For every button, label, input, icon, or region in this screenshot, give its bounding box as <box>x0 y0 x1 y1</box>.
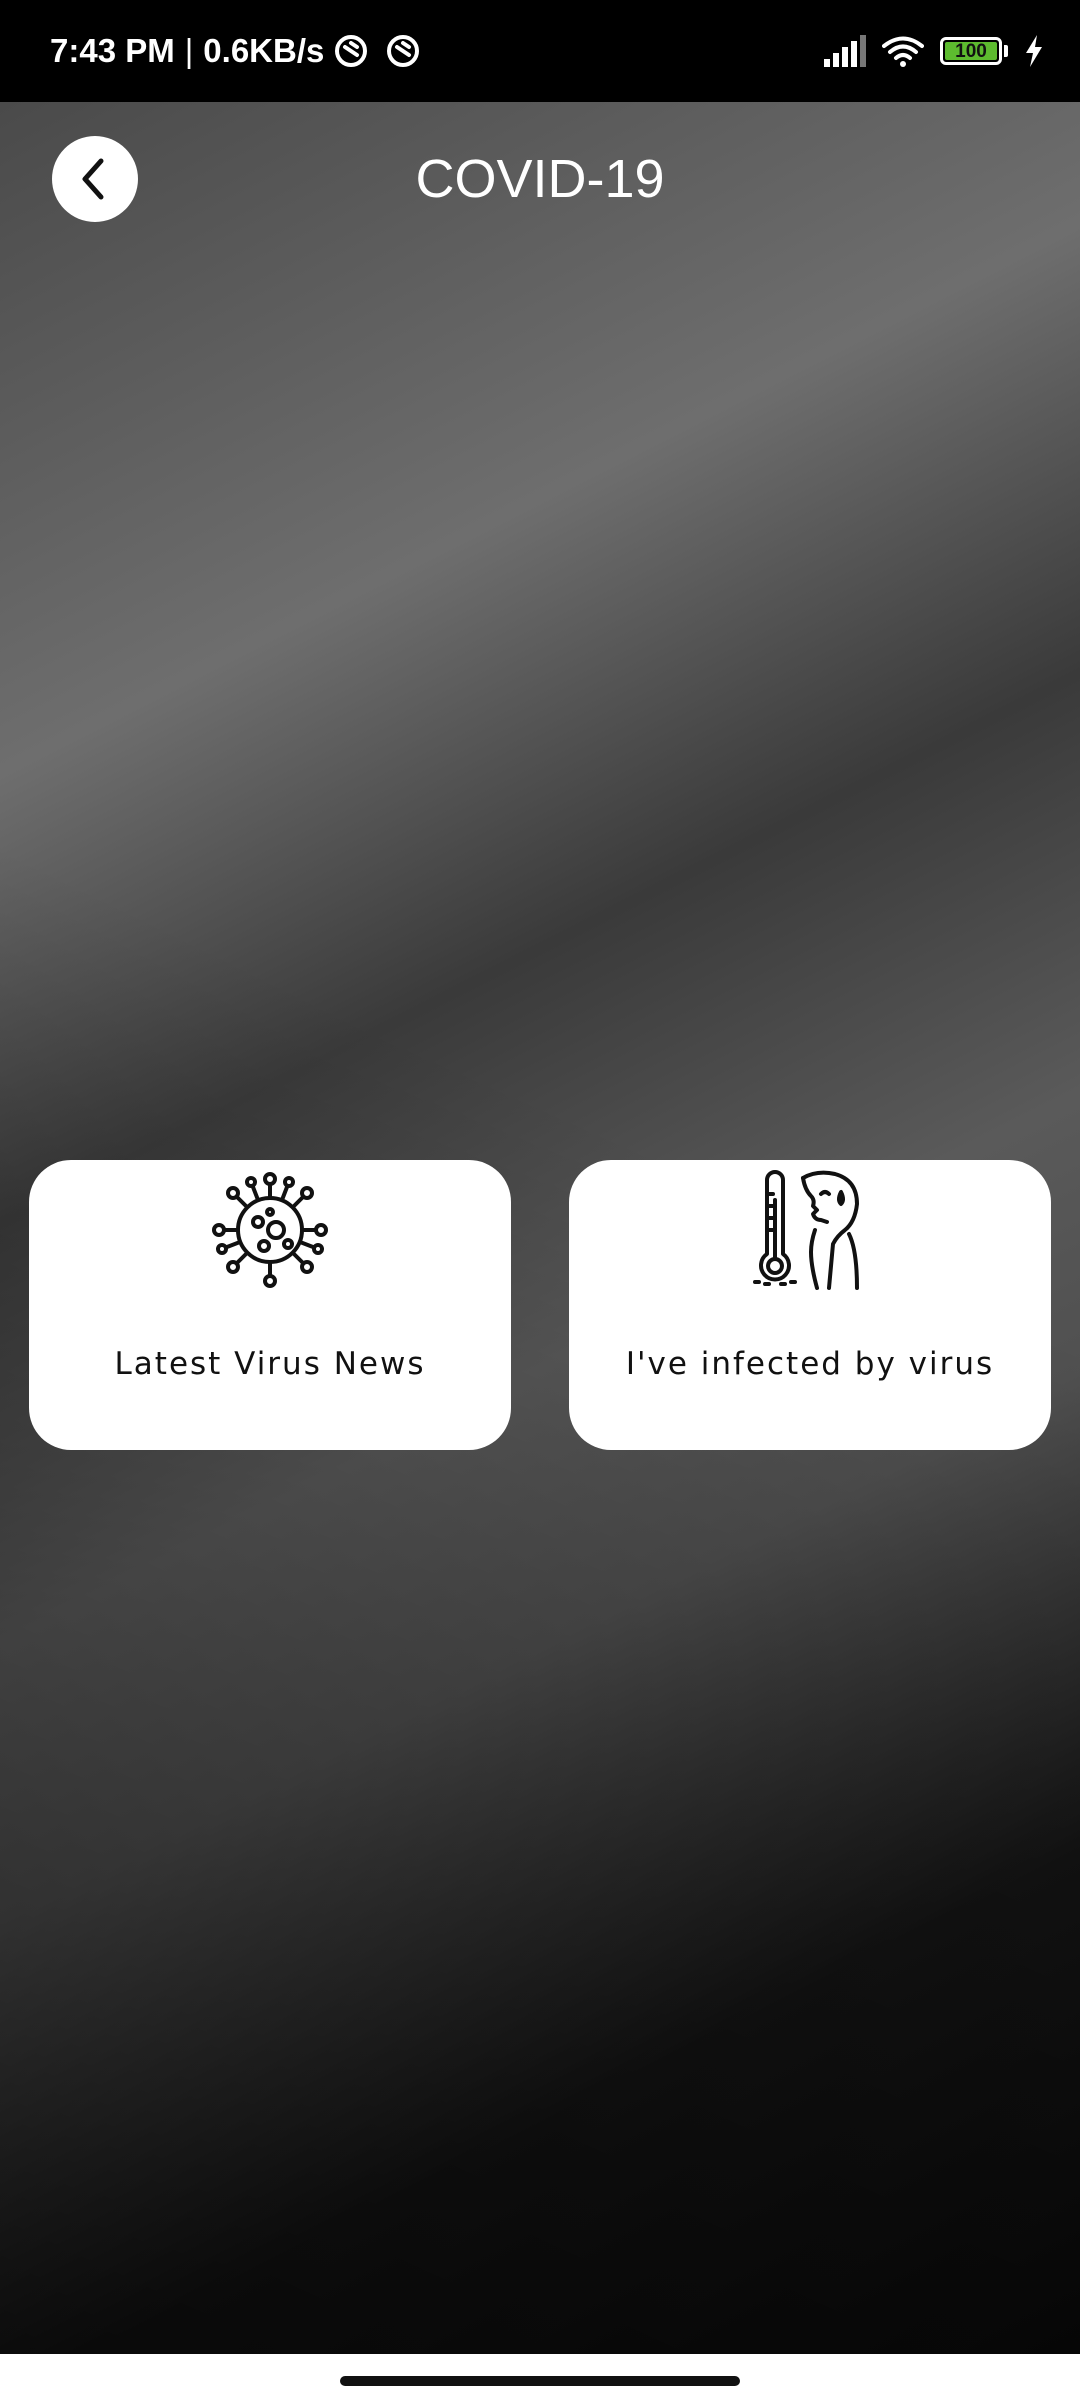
menu-cards: Latest Virus News I've infected by virus <box>0 1160 1080 1450</box>
battery-icon: 100 <box>940 37 1002 65</box>
status-time: 7:43 PM <box>50 32 175 69</box>
latest-virus-news-card[interactable]: Latest Virus News <box>29 1160 511 1450</box>
wifi-icon <box>882 36 924 67</box>
network-speed: 0.6KB/s <box>203 32 325 69</box>
signal-icon <box>824 35 866 67</box>
status-bar: 7:43 PM | 0.6KB/s 100 <box>0 0 1080 102</box>
sync-icon <box>335 35 368 67</box>
home-indicator[interactable] <box>340 2376 740 2386</box>
card-icon-container <box>569 1170 1051 1290</box>
charging-icon <box>1026 35 1042 67</box>
virus-icon <box>212 1172 328 1288</box>
battery-level: 100 <box>955 40 987 62</box>
status-separator: | <box>184 32 194 69</box>
sync-icon <box>387 35 420 67</box>
page-title: COVID-19 <box>415 149 665 209</box>
navigation-bar <box>0 2354 1080 2400</box>
card-label: I've infected by virus <box>625 1346 995 1382</box>
status-left: 7:43 PM | 0.6KB/s <box>50 0 420 102</box>
card-icon-container <box>29 1170 511 1290</box>
infected-by-virus-card[interactable]: I've infected by virus <box>569 1160 1051 1450</box>
status-right: 100 <box>824 0 1044 102</box>
fever-icon <box>753 1170 859 1290</box>
main-screen: COVID-19 Latest Virus News I've infected… <box>0 102 1080 2354</box>
card-label: Latest Virus News <box>114 1346 426 1382</box>
